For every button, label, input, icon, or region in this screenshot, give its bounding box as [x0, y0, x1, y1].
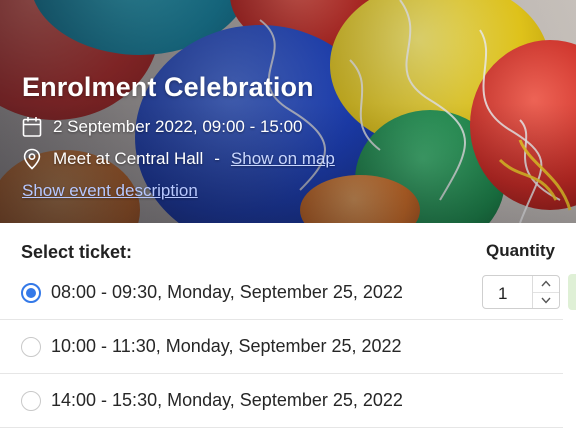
event-title: Enrolment Celebration [22, 72, 314, 102]
ticket-radio[interactable] [21, 390, 41, 411]
increment-button[interactable] [533, 276, 559, 292]
event-location: Meet at Central Hall [53, 149, 204, 168]
select-ticket-heading: Select ticket: [21, 242, 133, 262]
ticket-label: 14:00 - 15:30, Monday, September 25, 202… [51, 390, 403, 410]
event-location-row: Meet at Central Hall - Show on map [22, 148, 335, 170]
decrement-button[interactable] [533, 291, 559, 309]
show-on-map-link[interactable]: Show on map [231, 149, 335, 169]
add-to-cart-button[interactable] [568, 274, 576, 310]
event-hero-image: Enrolment Celebration 2 September 2022, … [0, 0, 576, 223]
quantity-value[interactable]: 1 [498, 284, 507, 304]
quantity-stepper[interactable]: 1 [482, 275, 560, 309]
chevron-down-icon [541, 297, 551, 304]
map-pin-icon [22, 148, 42, 170]
show-event-description-link[interactable]: Show event description [22, 181, 198, 201]
calendar-icon [22, 116, 42, 138]
ticket-label: 08:00 - 09:30, Monday, September 25, 202… [51, 282, 403, 302]
ticket-radio[interactable] [21, 336, 41, 357]
event-date-row: 2 September 2022, 09:00 - 15:00 [22, 116, 303, 138]
ticket-option[interactable]: 10:00 - 11:30, Monday, September 25, 202… [0, 320, 563, 374]
quantity-heading: Quantity [486, 241, 555, 260]
stepper-buttons [532, 276, 559, 308]
location-separator: - [214, 149, 220, 168]
ticket-radio-selected[interactable] [21, 282, 41, 303]
ticket-option[interactable]: 08:00 - 09:30, Monday, September 25, 202… [0, 266, 563, 320]
event-datetime: 2 September 2022, 09:00 - 15:00 [53, 117, 303, 136]
ticket-option[interactable]: 14:00 - 15:30, Monday, September 25, 202… [0, 374, 563, 428]
ticket-label: 10:00 - 11:30, Monday, September 25, 202… [51, 336, 402, 356]
chevron-up-icon [541, 280, 551, 287]
